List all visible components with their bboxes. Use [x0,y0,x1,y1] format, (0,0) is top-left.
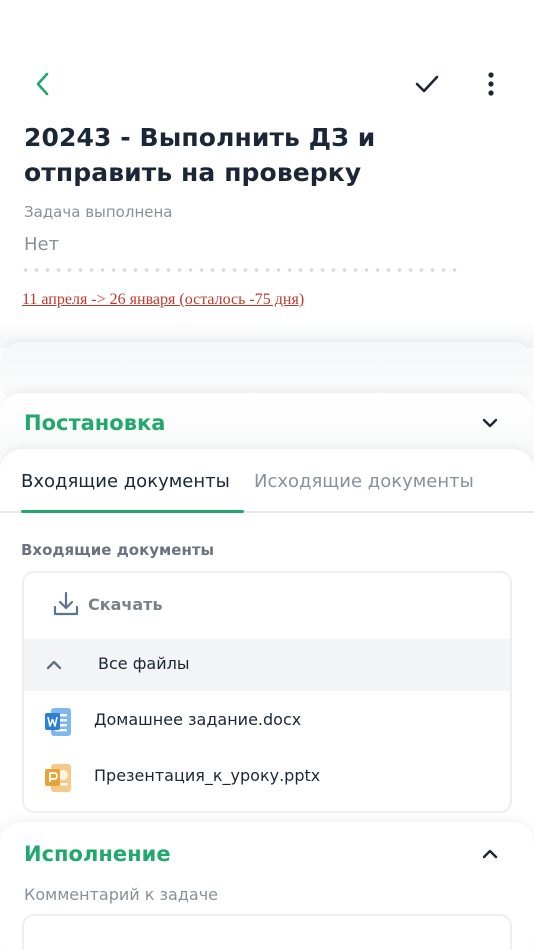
tab-incoming-documents[interactable]: Входящие документы [21,471,230,492]
download-label: Скачать [88,594,163,614]
file-name: Домашнее задание.docx [94,710,302,729]
comment-input[interactable] [22,914,512,950]
documents-label: Входящие документы [21,541,215,559]
deadline-link[interactable]: 11 апреля -> 26 января (осталось -75 дня… [22,291,304,309]
checkmark-icon [415,75,439,93]
complete-button[interactable] [408,66,446,102]
more-menu-button[interactable] [474,66,508,102]
tab-outgoing-documents[interactable]: Исходящие документы [254,471,474,492]
done-field-value: Нет [24,234,60,255]
ispolnenie-toggle[interactable] [480,844,500,864]
chevron-up-icon [44,655,64,675]
top-bar [0,60,534,108]
documents-tabs: Входящие документы Исходящие документы [0,471,534,515]
task-title: 20243 - Выполнить ДЗ и отправить на пров… [24,123,376,187]
comment-label: Комментарий к задаче [24,885,218,904]
all-files-row[interactable]: Все файлы [24,639,510,691]
documents-list: Скачать Все файлы Домашнее задание.docx [22,571,512,813]
file-row[interactable]: Домашнее задание.docx [24,695,510,747]
all-files-label: Все файлы [98,654,190,673]
ispolnenie-title: Исполнение [24,842,171,866]
done-field-label: Задача выполнена [24,203,173,221]
postanovka-title: Постановка [24,411,166,435]
word-doc-icon [44,707,72,737]
download-icon [53,591,79,616]
chevron-left-icon [36,72,49,96]
active-tab-indicator [21,510,244,513]
download-button[interactable]: Скачать [52,591,163,617]
file-row[interactable]: Презентация_к_уроку.pptx [24,751,510,803]
vertical-dots-icon [488,72,494,96]
file-name: Презентация_к_уроку.pptx [94,766,321,785]
powerpoint-icon [44,763,72,793]
dotted-divider [20,267,464,273]
chevron-down-icon [482,418,498,428]
postanovka-toggle[interactable] [480,413,500,433]
chevron-up-icon [482,849,498,859]
back-button[interactable] [26,66,60,102]
